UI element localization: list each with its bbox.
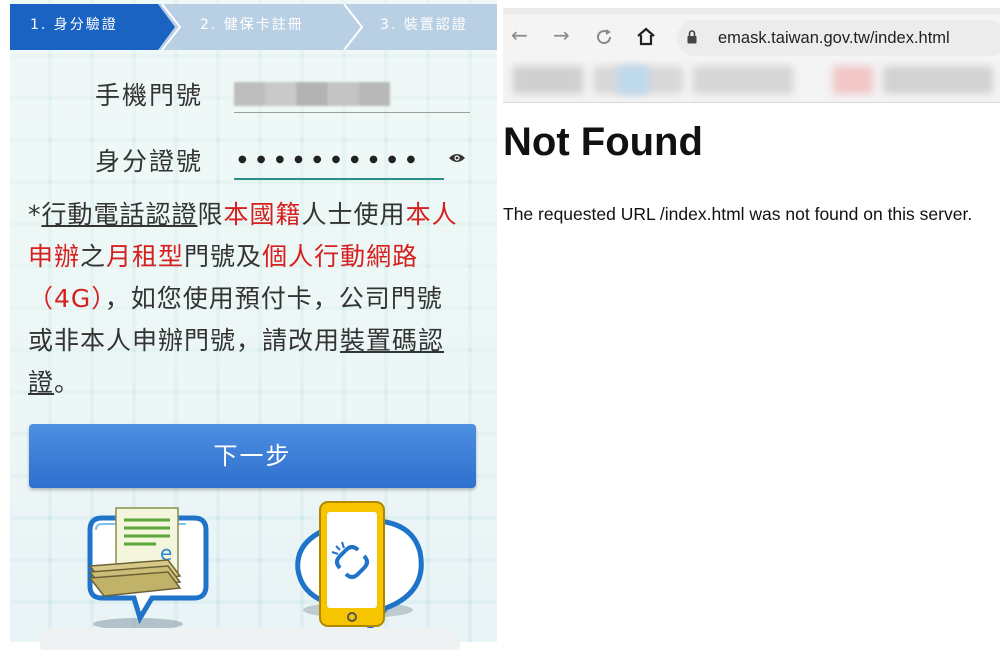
- phone-number-input-blurred[interactable]: [234, 82, 390, 106]
- id-number-input[interactable]: ●●●●●●●●●●: [238, 154, 425, 165]
- note-text: 人士使用: [301, 200, 406, 229]
- phone-link-bubble-icon: [295, 501, 424, 634]
- back-arrow-icon[interactable]: ←: [511, 23, 528, 47]
- bookmark-item[interactable]: [618, 66, 648, 94]
- note-asterisk: *: [28, 200, 42, 229]
- id-input-underline: [234, 178, 444, 180]
- bottom-card: [40, 628, 460, 650]
- error-message: The requested URL /index.html was not fo…: [503, 204, 973, 224]
- mobile-verification-note: *行動電話認證限本國籍人士使用本人申辦之月租型門號及個人行動網路（4G），如您使…: [28, 194, 468, 404]
- step-identity-verification[interactable]: 1. 身分驗證: [10, 4, 175, 50]
- note-text: 門號及: [184, 242, 263, 271]
- mobile-verification-link[interactable]: 行動電話認證: [42, 200, 198, 229]
- show-password-eye-icon[interactable]: [448, 152, 466, 164]
- phone-input-underline: [234, 112, 470, 113]
- home-icon[interactable]: [635, 26, 657, 46]
- step-nhi-card-registration[interactable]: 2. 健保卡註冊: [180, 4, 360, 50]
- reload-icon[interactable]: [595, 28, 613, 46]
- note-highlight: 本國籍: [223, 200, 302, 229]
- bookmark-item[interactable]: [833, 66, 873, 94]
- note-text: 之: [80, 242, 107, 271]
- browser-panel: ← → emask.taiwan.gov.tw/index.html Not F…: [503, 0, 1000, 650]
- step-device-verification[interactable]: 3. 裝置認證: [362, 4, 497, 50]
- note-text: 。: [54, 368, 81, 397]
- forward-arrow-icon[interactable]: →: [553, 23, 570, 47]
- bookmark-item[interactable]: [513, 66, 583, 94]
- step-progress-bar: 1. 身分驗證 2. 健保卡註冊 3. 裝置認證: [10, 4, 497, 50]
- lock-icon: [687, 30, 697, 44]
- bookmark-item[interactable]: [883, 66, 993, 94]
- bookmark-item[interactable]: [693, 66, 793, 94]
- e-document-bubble-icon: e: [87, 507, 209, 630]
- error-heading: Not Found: [503, 120, 703, 164]
- id-number-label: 身分證號: [95, 147, 204, 176]
- note-highlight: 月租型: [106, 242, 185, 271]
- url-text[interactable]: emask.taiwan.gov.tw/index.html: [718, 29, 950, 48]
- note-text: 限: [197, 200, 224, 229]
- mobile-app-panel: 1. 身分驗證 2. 健保卡註冊 3. 裝置認證 手機門號 身分證號 ●●●●●…: [0, 0, 497, 650]
- next-step-button[interactable]: 下一步: [29, 424, 476, 488]
- phone-number-label: 手機門號: [95, 81, 204, 110]
- bookmarks-bar-blurred: [503, 60, 1000, 103]
